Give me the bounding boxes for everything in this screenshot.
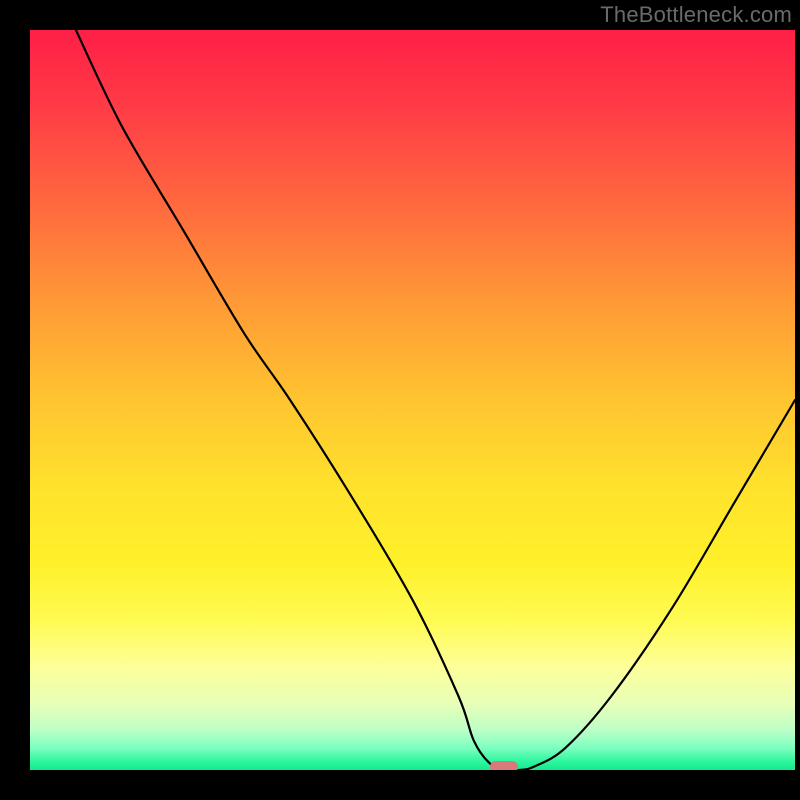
watermark-text: TheBottleneck.com bbox=[600, 2, 792, 28]
plot-area bbox=[30, 30, 795, 770]
curve-path bbox=[76, 30, 795, 770]
sweet-spot-marker bbox=[490, 761, 518, 770]
bottleneck-curve bbox=[30, 30, 795, 770]
chart-frame: TheBottleneck.com bbox=[0, 0, 800, 800]
